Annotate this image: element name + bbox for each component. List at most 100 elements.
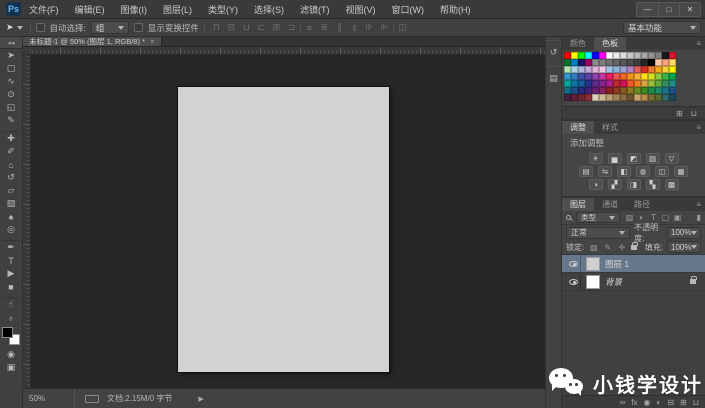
threshold-icon[interactable]: ◨ [626, 179, 641, 190]
brightness-contrast-icon[interactable]: ☀ [588, 153, 603, 164]
quick-mask-mode-button[interactable]: ◉ [0, 348, 23, 361]
color-swatch[interactable] [620, 59, 627, 66]
color-swatch[interactable] [641, 73, 648, 80]
color-swatch[interactable] [655, 80, 662, 87]
color-swatch[interactable] [599, 59, 606, 66]
tab-swatches[interactable]: 色板 [594, 37, 626, 50]
selective-color-icon[interactable]: ▚ [645, 179, 660, 190]
rectangular-marquee-tool[interactable]: ▢ [0, 62, 23, 75]
menu-item[interactable]: 文件(F) [29, 3, 59, 16]
color-swatch[interactable] [655, 52, 662, 59]
pen-tool[interactable]: ✒ [0, 241, 23, 254]
fill-field[interactable]: 100% [667, 241, 701, 253]
quick-selection-tool[interactable]: ⊙ [0, 88, 23, 101]
auto-align-layers[interactable]: ◫ [396, 22, 409, 34]
minimize-button[interactable]: — [637, 2, 658, 16]
color-swatch[interactable] [613, 52, 620, 59]
lock-position-icon[interactable]: ✛ [616, 242, 627, 253]
color-swatch[interactable] [669, 80, 676, 87]
channel-mixer-icon[interactable]: ◫ [655, 166, 669, 177]
options-separator[interactable] [392, 21, 394, 34]
color-swatch[interactable] [599, 80, 606, 87]
horizontal-ruler[interactable] [31, 47, 545, 55]
color-swatch[interactable] [613, 87, 620, 94]
panel-menu-icon[interactable]: ≡ [696, 198, 705, 211]
blur-tool[interactable]: ♠ [0, 210, 23, 223]
color-swatch[interactable] [662, 66, 669, 73]
color-swatch[interactable] [606, 73, 613, 80]
dodge-tool[interactable]: ◎ [0, 223, 23, 236]
zoom-tool[interactable]: ♁ [0, 311, 23, 324]
color-swatch[interactable] [564, 59, 571, 66]
visibility-toggle[interactable] [567, 273, 581, 290]
opacity-field[interactable]: 100% [667, 226, 701, 239]
ruler-origin-corner[interactable] [23, 47, 31, 55]
color-swatch[interactable] [641, 66, 648, 73]
layer-name[interactable]: 背景 [605, 276, 622, 288]
tab-color[interactable]: 颜色 [562, 37, 594, 50]
workspace-switcher[interactable]: 基本功能 [623, 21, 701, 34]
color-swatch[interactable] [592, 66, 599, 73]
tab-layers[interactable]: 图层 [562, 198, 594, 211]
filter-type-dropdown[interactable]: 类型 [576, 212, 620, 223]
exposure-icon[interactable]: ▨ [645, 153, 660, 164]
color-swatch[interactable] [564, 80, 571, 87]
black-white-icon[interactable]: ◧ [617, 166, 631, 177]
color-swatch[interactable] [634, 80, 641, 87]
current-tool-preset[interactable]: ➤ [4, 22, 25, 33]
color-swatch[interactable] [585, 94, 592, 101]
color-swatch[interactable] [634, 66, 641, 73]
align-vertical-centers[interactable]: ⊟ [225, 22, 238, 34]
color-swatch[interactable] [606, 87, 613, 94]
distribute-vertical-centers[interactable]: ≣ [318, 22, 331, 34]
color-swatch[interactable] [648, 80, 655, 87]
color-swatch[interactable] [662, 80, 669, 87]
color-swatch[interactable] [571, 66, 578, 73]
color-swatch[interactable] [585, 66, 592, 73]
tab-channels[interactable]: 通道 [594, 198, 626, 211]
maximize-button[interactable]: □ [658, 2, 679, 16]
color-swatch[interactable] [655, 66, 662, 73]
photo-filter-icon[interactable]: ◍ [636, 166, 650, 177]
color-swatch[interactable] [634, 52, 641, 59]
color-swatch[interactable] [571, 94, 578, 101]
panel-menu-icon[interactable]: ≡ [696, 37, 705, 50]
color-lookup-icon[interactable]: ▦ [674, 166, 688, 177]
color-swatch[interactable] [599, 94, 606, 101]
color-swatch[interactable] [669, 87, 676, 94]
eyedropper-tool[interactable]: ✎ [0, 114, 23, 127]
foreground-background-swatches[interactable] [1, 326, 21, 346]
foreground-color-swatch[interactable] [2, 327, 13, 338]
tab-paths[interactable]: 路径 [626, 198, 658, 211]
color-swatch[interactable] [585, 52, 592, 59]
color-swatch[interactable] [571, 87, 578, 94]
color-swatch[interactable] [627, 87, 634, 94]
color-swatch[interactable] [620, 94, 627, 101]
menu-item[interactable]: 图像(I) [121, 3, 148, 16]
color-swatch[interactable] [585, 87, 592, 94]
color-swatch[interactable] [662, 94, 669, 101]
color-balance-icon[interactable]: ⇋ [598, 166, 612, 177]
vertical-ruler[interactable] [23, 55, 31, 388]
color-swatch[interactable] [627, 73, 634, 80]
color-swatch[interactable] [606, 66, 613, 73]
levels-icon[interactable]: ▅ [607, 153, 622, 164]
color-swatch[interactable] [571, 59, 578, 66]
gradient-map-icon[interactable]: ▩ [664, 179, 679, 190]
document-canvas[interactable] [177, 86, 390, 373]
color-swatch[interactable] [578, 80, 585, 87]
color-swatch[interactable] [599, 66, 606, 73]
color-swatch[interactable] [585, 73, 592, 80]
color-swatch[interactable] [599, 52, 606, 59]
history-brush-tool[interactable]: ↺ [0, 171, 23, 184]
color-swatch[interactable] [634, 59, 641, 66]
color-swatch[interactable] [620, 87, 627, 94]
color-swatch[interactable] [606, 59, 613, 66]
layer-thumbnail[interactable] [586, 274, 600, 289]
posterize-icon[interactable]: ▞ [607, 179, 622, 190]
gradient-tool[interactable]: ▧ [0, 197, 23, 210]
color-swatch[interactable] [620, 80, 627, 87]
layer-name[interactable]: 图层 1 [605, 258, 629, 270]
status-menu-arrow[interactable]: ▶ [198, 395, 203, 403]
color-swatch[interactable] [669, 94, 676, 101]
